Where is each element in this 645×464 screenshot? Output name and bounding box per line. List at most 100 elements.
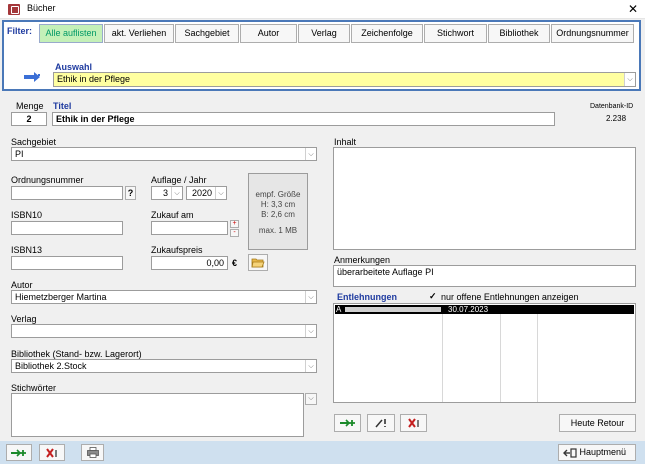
datenbank-id-label: Datenbank-ID: [590, 103, 634, 110]
hauptmenu-label: Hauptmenü: [579, 447, 627, 458]
chevron-down-icon[interactable]: ⌵: [215, 187, 226, 199]
anmerkungen-textarea[interactable]: überarbeitete Auflage PI: [333, 265, 636, 287]
stichwoerter-list[interactable]: [11, 393, 304, 437]
exit-icon: [563, 448, 577, 458]
table-cell: A: [336, 305, 342, 314]
add-entlehnung-button[interactable]: [334, 414, 361, 432]
chevron-down-icon[interactable]: ⌵: [305, 360, 316, 372]
titel-label: Titel: [53, 101, 72, 111]
offene-entlehnungen-checkbox[interactable]: ✓: [429, 292, 438, 301]
hauptmenu-button[interactable]: Hauptmenü: [558, 444, 636, 461]
anmerkungen-value: überarbeitete Auflage PI: [337, 267, 434, 277]
jahr-value: 2020: [191, 188, 212, 198]
cover-image-placeholder[interactable]: empf. Größe H: 3,3 cm B: 2,6 cm max. 1 M…: [248, 173, 308, 250]
verlag-label: Verlag: [11, 314, 37, 324]
close-icon[interactable]: ✕: [624, 1, 642, 17]
isbn13-field[interactable]: [11, 256, 123, 270]
zukauf-plus-button[interactable]: +: [230, 220, 239, 228]
image-hint-line: max. 1 MB: [258, 226, 298, 235]
add-record-icon: [11, 449, 26, 457]
auswahl-select[interactable]: Ethik in der Pflege ⌵: [53, 72, 636, 87]
title-bar: [0, 0, 645, 19]
new-book-button[interactable]: [6, 444, 32, 461]
print-button[interactable]: [81, 444, 104, 461]
chevron-down-icon[interactable]: ⌵: [305, 325, 316, 337]
isbn10-field[interactable]: [11, 221, 123, 235]
heute-retour-button[interactable]: Heute Retour: [559, 414, 636, 432]
printer-icon: [86, 447, 99, 458]
datenbank-id-value: 2.238: [606, 114, 627, 123]
zukauf-field[interactable]: [151, 221, 228, 235]
auflage-label: Auflage / Jahr: [151, 175, 207, 185]
filter-btn-stichwort[interactable]: Stichwort: [424, 24, 487, 43]
bibliothek-value: Bibliothek 2.Stock: [15, 361, 87, 371]
edit-entlehnung-button[interactable]: [367, 414, 395, 432]
chevron-down-icon[interactable]: ⌵: [305, 148, 316, 160]
image-hint-line: empf. Größe: [255, 190, 301, 199]
isbn13-label: ISBN13: [11, 245, 43, 255]
delete-book-button[interactable]: [39, 444, 65, 461]
open-folder-button[interactable]: [248, 254, 268, 271]
filter-btn-verliehen[interactable]: akt. Verliehen: [104, 24, 174, 43]
access-app-icon: [8, 4, 20, 15]
verlag-select[interactable]: ⌵: [11, 324, 317, 338]
delete-icon: [46, 448, 57, 458]
ordnungsnummer-field[interactable]: [11, 186, 123, 200]
entlehnungen-grid[interactable]: A 30.07.2023: [333, 303, 636, 403]
stichwoerter-label: Stichwörter: [11, 383, 57, 393]
delete-icon: [407, 418, 419, 428]
auflage-value: 3: [162, 188, 168, 198]
filter-btn-verlag[interactable]: Verlag: [298, 24, 350, 43]
titel-field[interactable]: Ethik in der Pflege: [52, 112, 555, 126]
autor-select[interactable]: Hiemetzberger Martina ⌵: [11, 290, 317, 304]
bibliothek-label: Bibliothek (Stand- bzw. Lagerort): [11, 349, 142, 359]
arrow-right-icon: [24, 72, 40, 82]
menge-field[interactable]: 2: [11, 112, 47, 126]
zukaufspreis-field[interactable]: 0,00: [151, 256, 228, 270]
sachgebiet-select[interactable]: PI ⌵: [11, 147, 317, 161]
grid-column-divider: [442, 305, 443, 402]
table-cell-bar: [345, 307, 441, 312]
zukauf-minus-button[interactable]: -: [230, 229, 239, 237]
filter-btn-alle[interactable]: Alle auflisten: [39, 24, 103, 43]
filter-btn-bibliothek[interactable]: Bibliothek: [488, 24, 550, 43]
chevron-down-icon[interactable]: ⌵: [171, 187, 182, 199]
sachgebiet-label: Sachgebiet: [11, 137, 57, 147]
filter-btn-autor[interactable]: Autor: [240, 24, 297, 43]
offene-entlehnungen-label: nur offene Entlehnungen anzeigen: [441, 292, 579, 302]
chevron-down-icon[interactable]: ⌵: [305, 291, 316, 303]
filter-label: Filter:: [7, 26, 33, 36]
auswahl-value: Ethik in der Pflege: [57, 74, 131, 84]
filter-btn-ordnungsnummer[interactable]: Ordnungsnummer: [551, 24, 634, 43]
zukaufspreis-label: Zukaufspreis: [151, 245, 203, 255]
chevron-down-icon[interactable]: ⌵: [305, 393, 317, 405]
filter-btn-zeichenfolge[interactable]: Zeichenfolge: [351, 24, 423, 43]
auswahl-label: Auswahl: [55, 62, 93, 72]
table-cell-date: 30.07.2023: [448, 305, 489, 314]
autor-label: Autor: [11, 280, 33, 290]
jahr-select[interactable]: 2020 ⌵: [186, 186, 227, 200]
entlehnungen-label: Entlehnungen: [337, 292, 397, 302]
filter-btn-sachgebiet[interactable]: Sachgebiet: [175, 24, 239, 43]
ordnungsnummer-lookup-button[interactable]: ?: [125, 186, 136, 200]
image-hint-line: B: 2,6 cm: [261, 210, 295, 219]
table-row[interactable]: A 30.07.2023: [335, 305, 634, 314]
inhalt-label: Inhalt: [334, 137, 357, 147]
edit-icon: [375, 419, 386, 428]
isbn10-label: ISBN10: [11, 210, 43, 220]
sachgebiet-value: PI: [15, 149, 24, 159]
chevron-down-icon[interactable]: ⌵: [624, 73, 635, 86]
window-title: Bücher: [27, 3, 56, 13]
auflage-select[interactable]: 3 ⌵: [151, 186, 183, 200]
image-hint-line: H: 3,3 cm: [260, 200, 296, 209]
ordnungsnummer-label: Ordnungsnummer: [11, 175, 84, 185]
delete-entlehnung-button[interactable]: [400, 414, 427, 432]
menge-label: Menge: [16, 101, 44, 111]
add-record-icon: [339, 419, 355, 427]
grid-column-divider: [537, 305, 538, 402]
bibliothek-select[interactable]: Bibliothek 2.Stock ⌵: [11, 359, 317, 373]
anmerkungen-label: Anmerkungen: [334, 255, 391, 265]
currency-symbol: €: [232, 258, 238, 268]
inhalt-textarea[interactable]: [333, 147, 636, 250]
grid-column-divider: [500, 305, 501, 402]
